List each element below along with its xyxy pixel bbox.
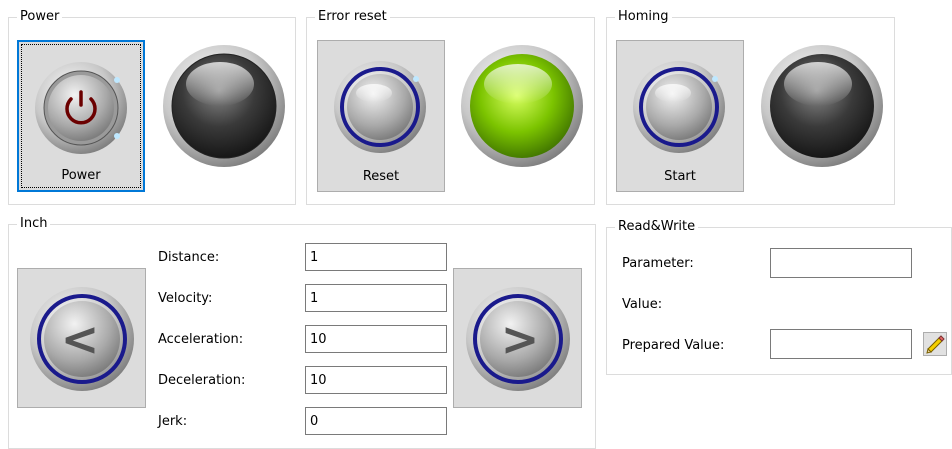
power-group-title: Power xyxy=(17,9,63,25)
error-status-lamp xyxy=(461,45,583,167)
write-value-button[interactable] xyxy=(923,332,947,356)
homing-group-title: Homing xyxy=(615,9,672,25)
value-label: Value: xyxy=(622,297,663,312)
read-write-group-title: Read&Write xyxy=(615,219,699,235)
distance-input[interactable] xyxy=(305,243,447,271)
acceleration-input[interactable] xyxy=(305,325,447,353)
reset-button[interactable]: Reset xyxy=(317,40,445,192)
reset-button-label: Reset xyxy=(362,169,400,184)
power-icon xyxy=(35,62,127,154)
inch-left-button[interactable]: < xyxy=(17,268,146,408)
power-button-label: Power xyxy=(61,168,101,183)
deceleration-input[interactable] xyxy=(305,366,447,394)
deceleration-label: Deceleration: xyxy=(158,373,246,388)
arrow-left-glyph: < xyxy=(61,312,100,366)
prepared-value-input[interactable] xyxy=(770,329,912,359)
start-homing-button[interactable]: Start xyxy=(616,40,744,192)
start-button-label: Start xyxy=(664,169,696,184)
jerk-label: Jerk: xyxy=(158,414,188,429)
velocity-input[interactable] xyxy=(305,284,447,312)
inch-right-button[interactable]: > xyxy=(453,268,582,408)
power-button[interactable]: Power xyxy=(17,40,145,192)
arrow-right-glyph: > xyxy=(501,312,540,366)
error-reset-group-title: Error reset xyxy=(315,9,390,25)
parameter-label: Parameter: xyxy=(622,256,694,271)
homing-status-lamp xyxy=(761,45,883,167)
arrow-right-icon: > xyxy=(466,287,570,391)
acceleration-label: Acceleration: xyxy=(158,332,244,347)
pencil-icon xyxy=(926,335,945,354)
distance-label: Distance: xyxy=(158,250,220,265)
jerk-input[interactable] xyxy=(305,407,447,435)
inch-group-title: Inch xyxy=(17,216,51,232)
velocity-label: Velocity: xyxy=(158,291,213,306)
arrow-left-icon: < xyxy=(30,287,134,391)
power-status-lamp xyxy=(163,45,285,167)
parameter-input[interactable] xyxy=(770,248,912,278)
prepared-value-label: Prepared Value: xyxy=(622,338,725,353)
